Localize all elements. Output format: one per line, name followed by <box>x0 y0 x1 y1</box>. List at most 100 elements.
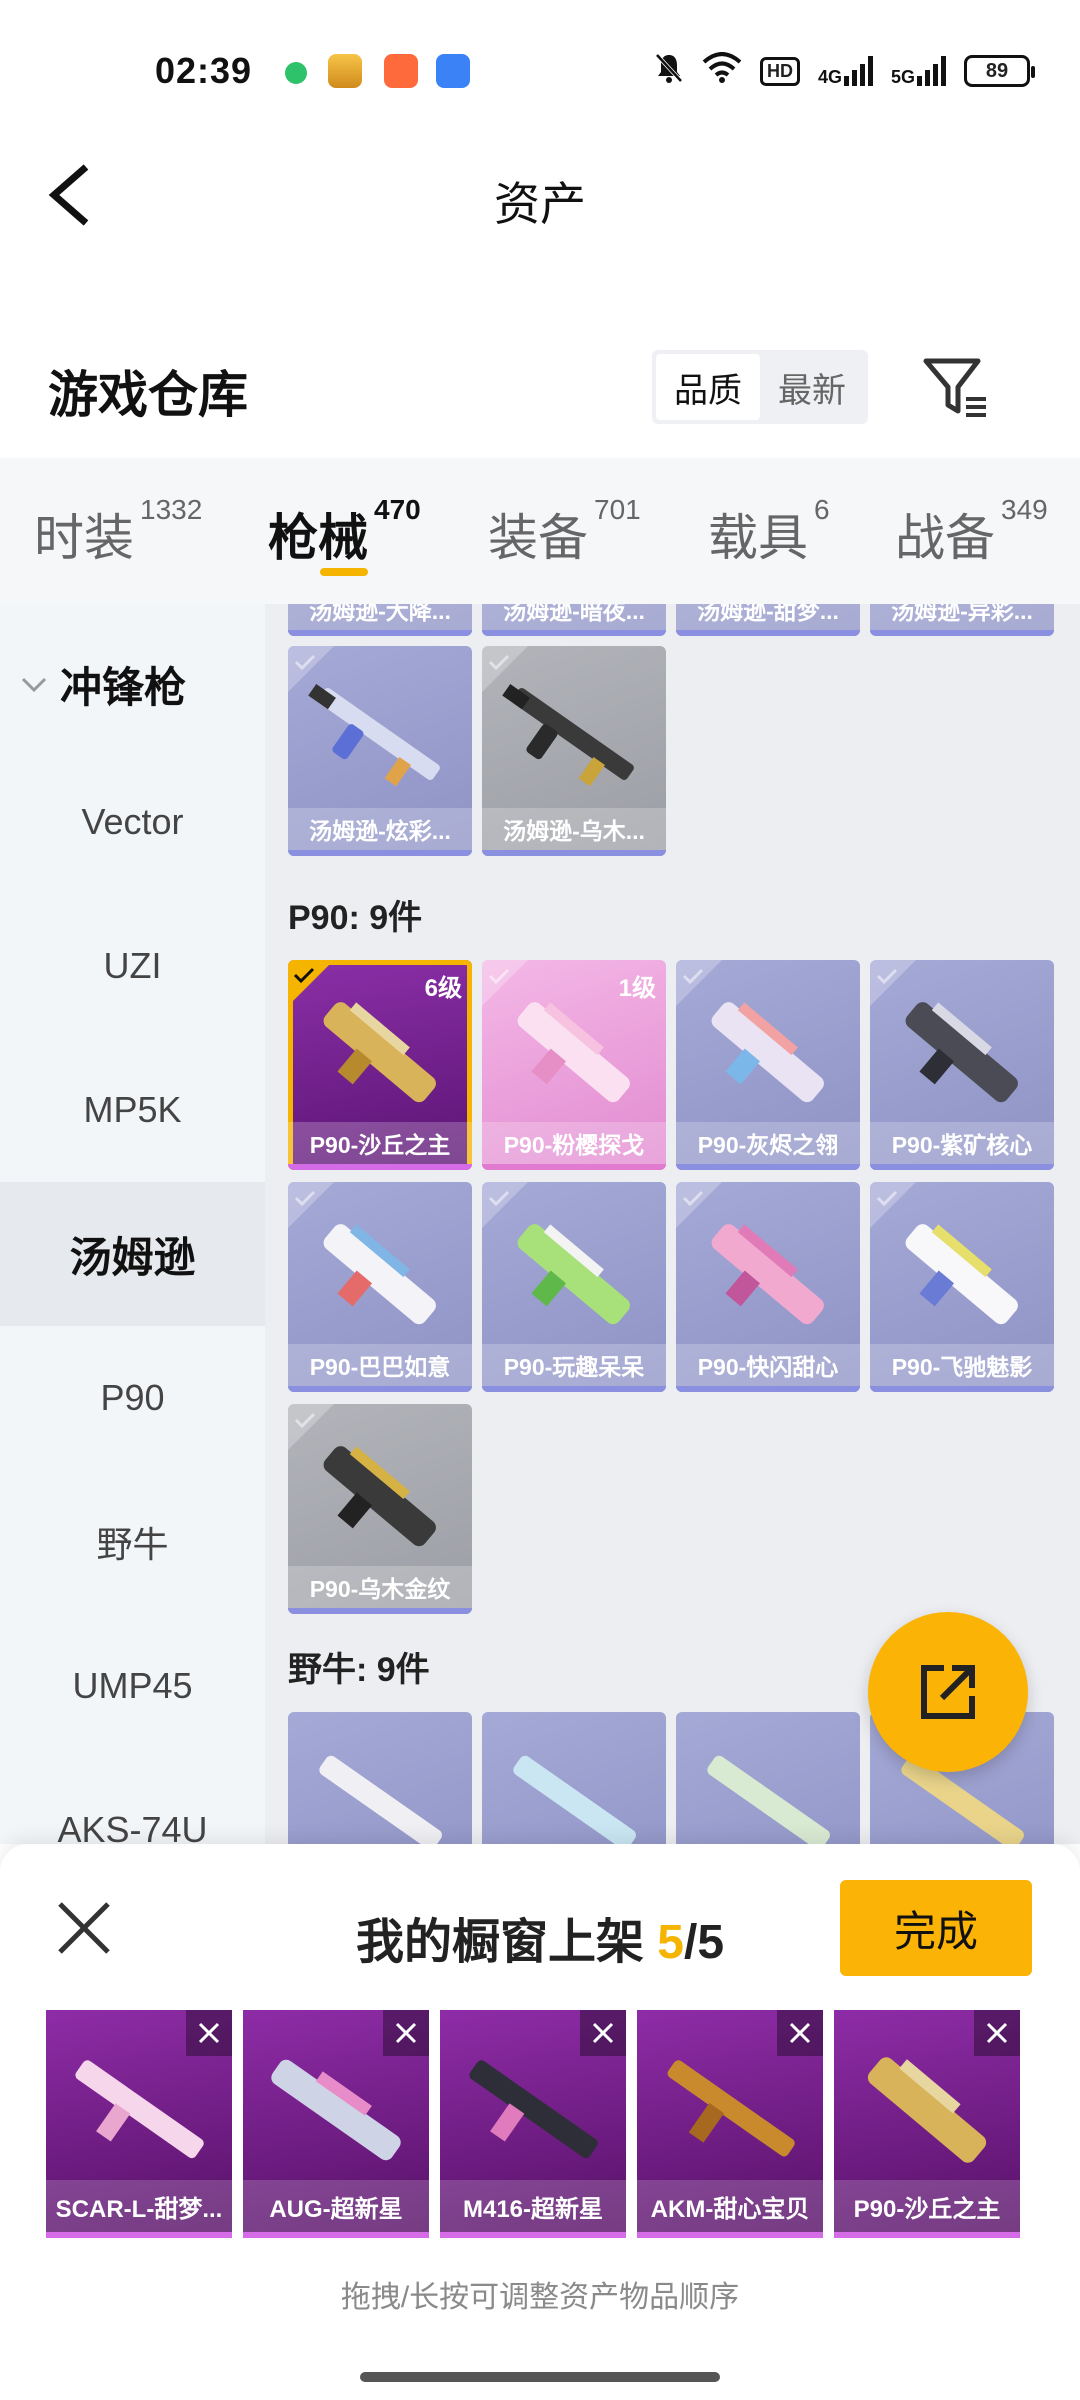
check-corner-icon <box>288 1182 334 1228</box>
section-title-bison: 野牛: 9件 <box>288 1651 430 1689</box>
sidebar-item-thompson[interactable]: 汤姆逊 <box>0 1182 265 1326</box>
sidebar-item-bison[interactable]: 野牛 <box>0 1470 265 1614</box>
item-card[interactable]: P90-快闪甜心 <box>676 1182 860 1392</box>
battery-icon: 89 <box>964 55 1035 87</box>
tab-gear-count: 349 <box>1001 494 1048 525</box>
showcase-item-name: M416-超新星 <box>440 2180 626 2232</box>
sidebar-item-vector[interactable]: Vector <box>0 750 265 894</box>
item-name: P90-紫矿核心 <box>870 1122 1054 1164</box>
sidebar-item-ump45[interactable]: UMP45 <box>0 1614 265 1758</box>
check-corner-icon <box>482 1182 528 1228</box>
gamepad-notification-icon <box>384 54 418 88</box>
check-corner-icon <box>482 646 528 692</box>
wechat-notification-icon <box>285 62 307 84</box>
item-card[interactable]: 汤姆逊-大降... <box>288 604 472 636</box>
check-corner-icon <box>288 1404 334 1450</box>
showcase-item[interactable]: AKM-甜心宝贝 <box>637 2010 823 2238</box>
showcase-count: 5 <box>657 1916 684 1969</box>
item-card[interactable] <box>288 1712 472 1844</box>
tab-vehicles-count: 6 <box>814 494 830 525</box>
sidebar-category-smg[interactable]: 冲锋枪 <box>20 654 186 715</box>
remove-item-button[interactable] <box>974 2010 1020 2056</box>
remove-item-button[interactable] <box>777 2010 823 2056</box>
tab-guns-label: 枪械 <box>268 510 368 566</box>
showcase-item[interactable]: SCAR-L-甜梦... <box>46 2010 232 2238</box>
showcase-item[interactable]: M416-超新星 <box>440 2010 626 2238</box>
tab-vehicles-label: 载具 <box>708 510 808 566</box>
external-link-icon <box>921 1665 975 1719</box>
tab-gear[interactable]: 战备349 <box>895 494 1048 570</box>
showcase-total: /5 <box>684 1916 725 1969</box>
check-corner-icon <box>676 960 722 1006</box>
sort-quality-option[interactable]: 品质 <box>656 354 760 420</box>
showcase-item[interactable]: AUG-超新星 <box>243 2010 429 2238</box>
tab-fashion-count: 1332 <box>140 494 203 525</box>
tab-guns[interactable]: 枪械470 <box>268 494 421 570</box>
item-card[interactable]: P90-飞驰魅影 <box>870 1182 1054 1392</box>
wifi-icon <box>702 51 742 91</box>
item-name: P90-快闪甜心 <box>676 1344 860 1386</box>
signal-4g-icon: 4G <box>818 56 873 86</box>
tab-vehicles[interactable]: 载具6 <box>708 494 830 570</box>
item-card[interactable] <box>482 1712 666 1844</box>
remove-item-button[interactable] <box>580 2010 626 2056</box>
item-level: 1级 <box>618 975 656 1002</box>
status-time: 02:39 <box>155 50 253 91</box>
item-name: P90-粉樱探戈 <box>482 1122 666 1164</box>
tab-guns-count: 470 <box>374 494 421 525</box>
net-4g-label: 4G <box>817 67 842 87</box>
section-title-p90: P90: 9件 <box>288 899 423 937</box>
game-app-notification-icon <box>328 54 362 88</box>
close-icon <box>592 2022 614 2044</box>
status-bar: 02:39 HD 4G 5G 89 <box>0 0 1080 140</box>
share-fab-button[interactable] <box>868 1612 1028 1772</box>
sort-newest-option[interactable]: 最新 <box>760 354 864 420</box>
home-indicator[interactable] <box>360 2372 720 2382</box>
sidebar-item-mp5k[interactable]: MP5K <box>0 1038 265 1182</box>
remove-item-button[interactable] <box>383 2010 429 2056</box>
item-card[interactable]: 汤姆逊-暗夜... <box>482 604 666 636</box>
close-icon <box>395 2022 417 2044</box>
check-corner-icon <box>288 646 334 692</box>
sidebar-item-aks74u[interactable]: AKS-74U <box>0 1758 265 1844</box>
item-card[interactable]: P90-巴巴如意 <box>288 1182 472 1392</box>
showcase-item[interactable]: P90-沙丘之主 <box>834 2010 1020 2238</box>
sort-toggle: 品质 最新 <box>652 350 868 424</box>
item-card[interactable]: 汤姆逊-甜梦... <box>676 604 860 636</box>
item-card[interactable]: P90-玩趣呆呆 <box>482 1182 666 1392</box>
item-name: 汤姆逊-异彩... <box>870 604 1054 630</box>
item-name: P90-巴巴如意 <box>288 1344 472 1386</box>
filter-button[interactable] <box>922 355 990 423</box>
item-card[interactable]: P90-灰烬之翎 <box>676 960 860 1170</box>
item-card[interactable]: P90-乌木金纹 <box>288 1404 472 1614</box>
item-name: 汤姆逊-甜梦... <box>676 604 860 630</box>
active-tab-indicator <box>320 568 368 576</box>
check-corner-icon <box>676 1182 722 1228</box>
item-name: 汤姆逊-乌木... <box>482 808 666 850</box>
item-card[interactable]: P90-紫矿核心 <box>870 960 1054 1170</box>
message-app-notification-icon <box>436 54 470 88</box>
item-level: 6级 <box>424 975 462 1002</box>
check-corner-icon <box>870 1182 916 1228</box>
check-corner-icon <box>482 960 528 1006</box>
item-card[interactable] <box>676 1712 860 1844</box>
item-card[interactable]: 1级 P90-粉樱探戈 <box>482 960 666 1170</box>
item-card[interactable]: 汤姆逊-乌木... <box>482 646 666 856</box>
item-name: P90-乌木金纹 <box>288 1566 472 1608</box>
category-tabs: 时装1332 枪械470 装备701 载具6 战备349 <box>0 458 1080 604</box>
item-name: P90-灰烬之翎 <box>676 1122 860 1164</box>
sidebar-item-p90[interactable]: P90 <box>0 1326 265 1470</box>
done-button[interactable]: 完成 <box>840 1880 1032 1976</box>
chevron-down-icon <box>21 677 47 692</box>
remove-item-button[interactable] <box>186 2010 232 2056</box>
showcase-title-text: 我的橱窗上架 <box>355 1916 658 1969</box>
tab-fashion[interactable]: 时装1332 <box>34 494 202 570</box>
sidebar-item-uzi[interactable]: UZI <box>0 894 265 1038</box>
item-card[interactable]: 汤姆逊-炫彩... <box>288 646 472 856</box>
weapon-sidebar: 冲锋枪 Vector UZI MP5K 汤姆逊 P90 野牛 UMP45 AKS… <box>0 604 265 1844</box>
reorder-hint: 拖拽/长按可调整资产物品顺序 <box>340 2281 740 2314</box>
item-card-selected[interactable]: 6级 P90-沙丘之主 <box>288 960 472 1170</box>
item-card[interactable]: 汤姆逊-异彩... <box>870 604 1054 636</box>
item-name: P90-飞驰魅影 <box>870 1344 1054 1386</box>
tab-equipment[interactable]: 装备701 <box>488 494 641 570</box>
